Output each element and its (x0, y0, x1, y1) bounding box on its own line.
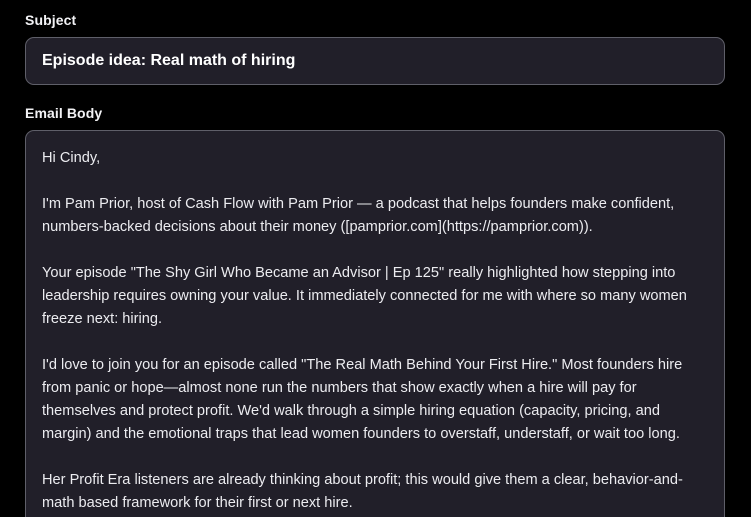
email-body-paragraph: Hi Cindy, (42, 150, 101, 166)
email-body-paragraph: Your episode "The Shy Girl Who Became an… (42, 265, 687, 327)
email-body-textarea[interactable]: Hi Cindy, I'm Pam Prior, host of Cash Fl… (25, 130, 725, 517)
email-body-paragraph: Her Profit Era listeners are already thi… (42, 472, 683, 511)
email-form: Subject Email Body Hi Cindy, I'm Pam Pri… (0, 0, 751, 517)
email-body-label: Email Body (25, 105, 103, 121)
subject-input[interactable] (25, 37, 725, 85)
email-body-paragraph: I'm Pam Prior, host of Cash Flow with Pa… (42, 196, 675, 235)
email-body-paragraph: I'd love to join you for an episode call… (42, 357, 683, 442)
subject-label: Subject (25, 12, 77, 28)
